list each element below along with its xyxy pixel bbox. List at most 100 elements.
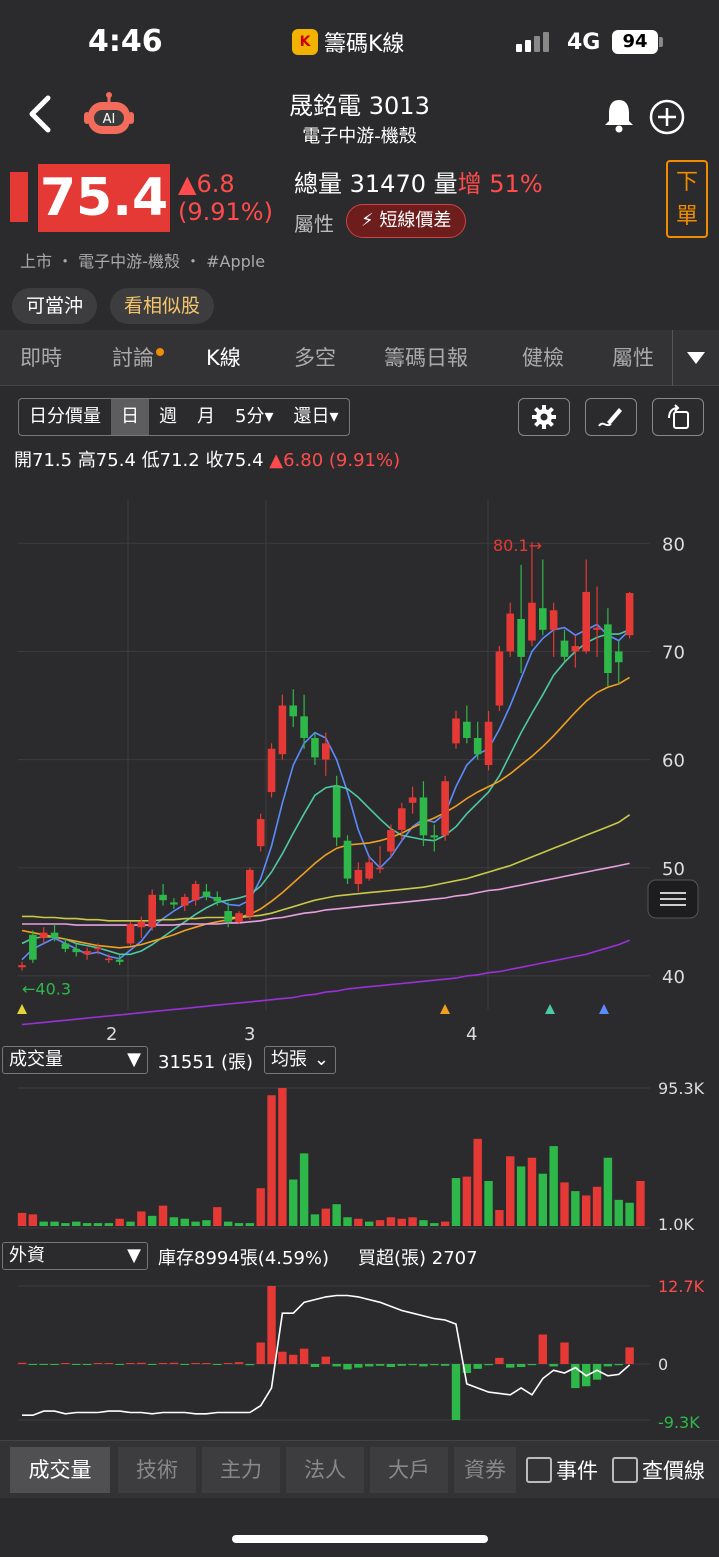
max-price-label: 80.1→ <box>493 536 542 555</box>
period-day[interactable]: 日 <box>111 399 149 435</box>
candle-body <box>137 921 146 928</box>
volume-bar <box>603 1157 613 1226</box>
event-checkbox[interactable]: 事件 <box>526 1455 598 1485</box>
event-marker-icon <box>440 1004 450 1014</box>
settings-button[interactable] <box>518 398 570 436</box>
volume-bar <box>115 1218 124 1226</box>
period-month[interactable]: 月 <box>187 399 225 435</box>
period-intraday[interactable]: 日分價量 <box>19 399 111 435</box>
tab-kline[interactable]: K線 <box>206 330 241 386</box>
tabs-more-button[interactable] <box>672 330 719 386</box>
volume-readout: 31551 (張) <box>158 1052 254 1073</box>
foreign-bar <box>408 1364 417 1366</box>
volume-bar <box>473 1138 482 1226</box>
volume-bar <box>516 1166 526 1226</box>
foreign-bar <box>386 1364 396 1368</box>
foreign-bar <box>527 1364 537 1366</box>
foreign-bar <box>365 1364 374 1367</box>
foreign-bar <box>506 1364 515 1368</box>
attribute-tag-label: 短線價差 <box>379 210 452 231</box>
volume-summary: 總量 31470 量增 51% <box>294 164 543 199</box>
foreign-bar <box>126 1363 135 1364</box>
foreign-bar <box>104 1363 113 1364</box>
candle-body <box>463 721 471 738</box>
volume-chart[interactable]: 95.3K 1.0K <box>0 1078 719 1240</box>
foreign-net: 買超(張) 2707 <box>358 1248 478 1269</box>
candle-body <box>604 624 612 674</box>
ohlc-low: 低71.2 <box>141 450 200 471</box>
day-trade-chip[interactable]: 可當沖 <box>12 288 98 324</box>
candle-body <box>625 593 634 636</box>
volume-bar <box>582 1195 591 1226</box>
attribute-tag[interactable]: ⚡ 短線價差 <box>346 204 467 238</box>
volume-bar <box>592 1186 602 1226</box>
tab-chip-daily[interactable]: 籌碼日報 <box>384 330 468 386</box>
volume-bar <box>549 1146 558 1226</box>
tab-longshort[interactable]: 多空 <box>294 330 336 386</box>
ma-line <box>22 862 630 926</box>
period-week[interactable]: 週 <box>149 399 187 435</box>
candle-body <box>376 867 384 870</box>
tab-discussion[interactable]: 討論 <box>112 330 164 386</box>
y-tick-label: 40 <box>662 967 685 988</box>
ma-line <box>21 629 630 956</box>
candle-body <box>213 896 222 902</box>
price-change-pct: (9.91%) <box>178 198 273 226</box>
candle-body <box>159 894 167 901</box>
volume-bar <box>299 1153 309 1226</box>
status-app: K 籌碼K線 <box>292 26 404 58</box>
bell-icon[interactable] <box>600 96 638 134</box>
volume-bar <box>28 1214 38 1226</box>
btab-technical[interactable]: 技術 <box>118 1447 196 1493</box>
volume-indicator-select[interactable]: 成交量 ▼ <box>2 1046 148 1074</box>
rotate-button[interactable] <box>652 398 704 436</box>
btab-big-holders[interactable]: 大戶 <box>370 1447 448 1493</box>
btab-main-force[interactable]: 主力 <box>202 1447 280 1493</box>
volume-inc-label: 增 <box>457 170 482 198</box>
volume-bar <box>365 1221 374 1226</box>
similar-stocks-chip[interactable]: 看相似股 <box>110 288 215 324</box>
price-line-label: 查價線 <box>642 1459 705 1483</box>
candle-body <box>419 797 428 836</box>
avg-lot-toggle[interactable]: 均張 ⌄ <box>264 1046 336 1074</box>
battery-cap <box>659 37 663 47</box>
foreign-chart[interactable]: 12.7K 0 -9.3K <box>0 1274 719 1434</box>
order-button[interactable]: 下單 <box>666 160 708 238</box>
foreign-bar <box>310 1364 320 1368</box>
gear-icon <box>532 405 556 429</box>
tab-realtime[interactable]: 即時 <box>20 330 62 386</box>
foreign-bar <box>473 1364 482 1369</box>
btab-institutions[interactable]: 法人 <box>286 1447 364 1493</box>
foreign-zero-label: 0 <box>658 1355 668 1374</box>
candle-body <box>289 705 298 717</box>
tab-health[interactable]: 健檢 <box>522 330 564 386</box>
x-tick-label: 3 <box>244 1024 255 1045</box>
candle-body <box>495 651 504 706</box>
price-adjust[interactable]: 還日▾ <box>284 399 349 435</box>
candle-body <box>473 737 482 755</box>
add-watchlist-icon[interactable] <box>648 98 686 136</box>
foreign-bar <box>321 1356 330 1364</box>
volume-bar <box>202 1220 211 1226</box>
foreign-indicator-select[interactable]: 外資 ▼ <box>2 1242 148 1270</box>
kline-chart[interactable]: 80 70 60 50 40 2 3 4 80.1→ ←40.3 <box>0 470 719 1050</box>
btab-volume[interactable]: 成交量 <box>10 1447 110 1493</box>
volume-bar <box>289 1179 298 1226</box>
period-minutes[interactable]: 5分▾ <box>225 399 284 435</box>
price-line-checkbox[interactable]: 查價線 <box>612 1455 705 1485</box>
candle-body <box>278 705 287 755</box>
lightning-icon: ⚡ <box>361 210 374 231</box>
foreign-bar <box>223 1363 233 1364</box>
home-indicator[interactable] <box>232 1535 488 1543</box>
bottom-tabs: 成交量 技術 主力 法人 大戶 資券 事件 查價線 <box>0 1440 719 1498</box>
candle-body <box>365 862 373 879</box>
candle-body <box>29 934 37 960</box>
volume-bar <box>440 1221 450 1226</box>
draw-button[interactable] <box>585 398 637 436</box>
volume-value: 31470 <box>349 170 426 198</box>
candle-body <box>430 835 439 838</box>
tab-attribute[interactable]: 屬性 <box>612 330 654 386</box>
foreign-bar <box>213 1364 222 1365</box>
candle-body <box>170 902 178 905</box>
btab-margin[interactable]: 資券 <box>454 1447 516 1493</box>
